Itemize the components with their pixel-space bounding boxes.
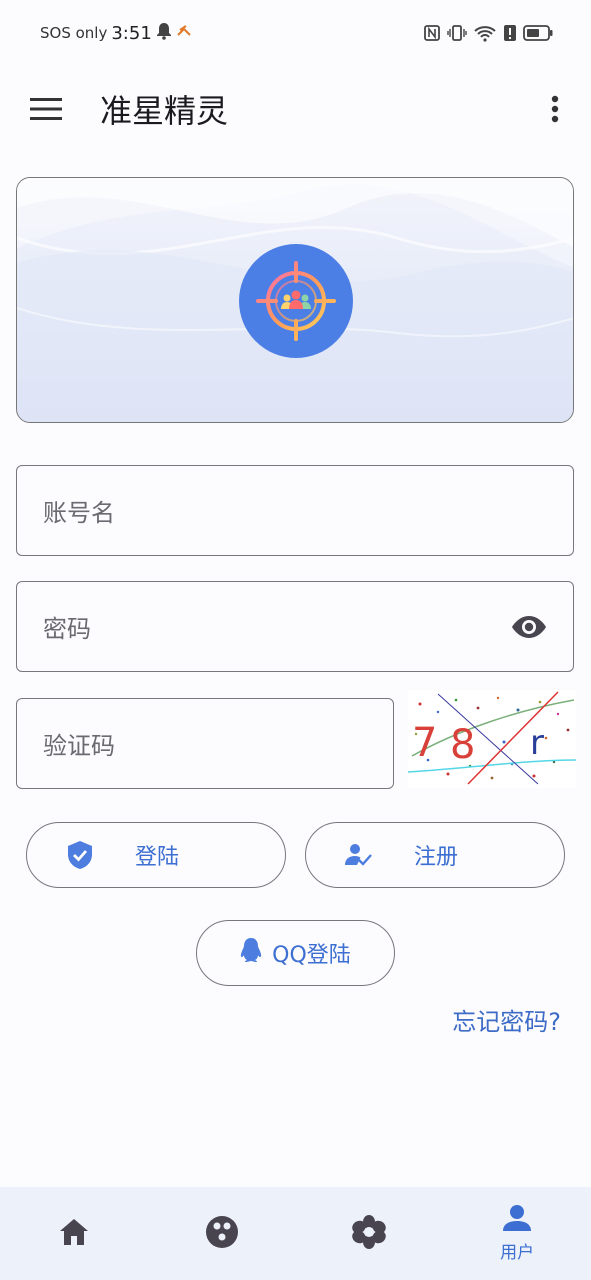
bottom-navigation: 用户 (0, 1187, 591, 1280)
app-notification-icon (176, 23, 192, 43)
forgot-password-link[interactable]: 忘记密码? (452, 1002, 561, 1037)
nfc-icon (423, 24, 441, 42)
crosshair-icon (256, 261, 336, 341)
login-button[interactable]: 登陆 (26, 822, 286, 888)
shield-check-icon (65, 840, 95, 870)
alert-icon (503, 24, 517, 42)
username-placeholder: 账号名 (43, 499, 115, 527)
captcha-char-3: r (530, 723, 544, 763)
wifi-icon (473, 24, 497, 42)
nav-user[interactable]: 用户 (443, 1187, 591, 1280)
app-bar: 准星精灵 (0, 66, 591, 152)
register-button[interactable]: 注册 (305, 822, 565, 888)
qq-login-label: QQ登陆 (272, 943, 351, 968)
user-icon (502, 1204, 532, 1236)
vibrate-icon (447, 24, 467, 42)
nav-user-label: 用户 (500, 1243, 535, 1263)
flower-icon (352, 1214, 387, 1253)
captcha-placeholder: 验证码 (43, 732, 115, 760)
nav-home[interactable] (0, 1187, 148, 1280)
login-label: 登陆 (134, 845, 179, 870)
register-label: 注册 (413, 845, 458, 870)
password-placeholder: 密码 (43, 615, 91, 643)
qq-penguin-icon (240, 937, 262, 969)
game-icon (205, 1215, 239, 1253)
nav-flower[interactable] (296, 1187, 444, 1280)
person-check-icon (344, 840, 374, 870)
status-bar: SOS only 3:51 (0, 0, 591, 66)
app-logo (239, 244, 353, 358)
bell-icon (156, 22, 172, 44)
username-field[interactable]: 账号名 (16, 465, 574, 556)
header-banner (16, 177, 574, 423)
clock: 3:51 (111, 22, 152, 44)
status-left: SOS only 3:51 (40, 22, 192, 44)
captcha-char-1: 7 (412, 720, 437, 766)
status-right (423, 24, 553, 42)
menu-icon[interactable] (28, 91, 64, 127)
password-field[interactable]: 密码 (16, 581, 574, 672)
captcha-char-2: 8 (450, 722, 475, 768)
nav-game[interactable] (148, 1187, 296, 1280)
captcha-image[interactable]: 7 8 r (408, 690, 576, 788)
qq-login-button[interactable]: QQ登陆 (196, 920, 395, 986)
captcha-field[interactable]: 验证码 (16, 698, 394, 789)
eye-icon[interactable] (499, 614, 559, 640)
battery-icon (523, 24, 553, 42)
more-options-icon[interactable] (537, 91, 573, 127)
carrier-text: SOS only (40, 24, 108, 42)
page-title: 准星精灵 (100, 92, 229, 130)
home-icon (58, 1217, 90, 1251)
